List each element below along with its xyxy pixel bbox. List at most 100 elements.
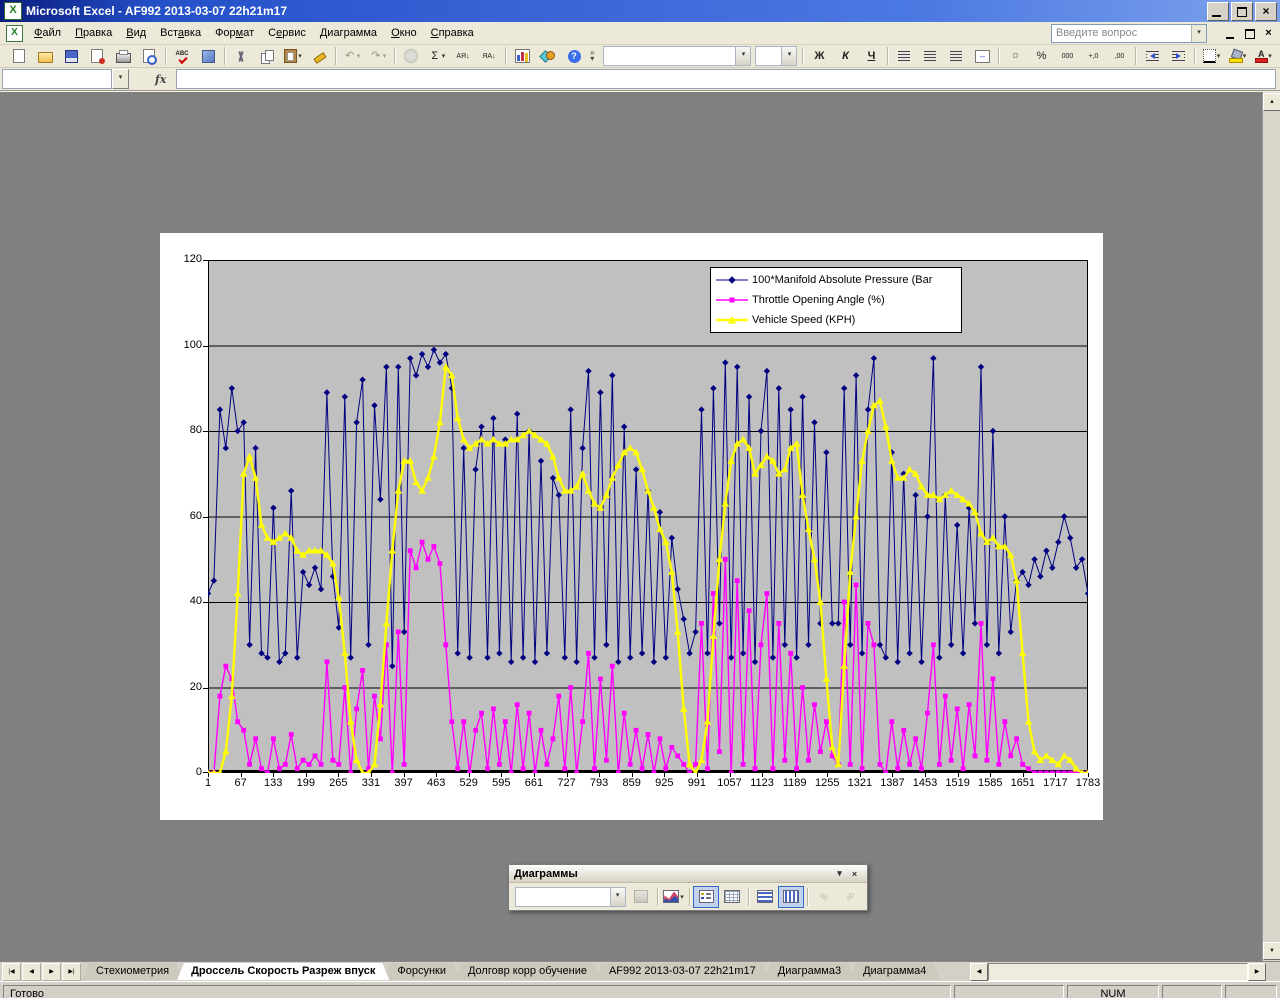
sheet-tab-3[interactable]: Долговр корр обучение [454, 963, 601, 980]
menu-format[interactable]: Формат [208, 24, 261, 42]
chart-toolbar-menu-icon[interactable]: ▾ [832, 867, 847, 880]
percent-button[interactable]: % [1028, 45, 1054, 67]
font-color-dropdown-icon[interactable]: ▾ [1268, 52, 1272, 60]
menu-window[interactable]: Окно [384, 24, 424, 42]
bold-button[interactable]: Ж [806, 45, 832, 67]
thousands-button[interactable]: 000 [1054, 45, 1080, 67]
horizontal-scrollbar[interactable]: ◀ ▶ [970, 963, 1266, 980]
series-markers-0[interactable] [208, 347, 1088, 670]
sort-descending-button[interactable]: ЯА↓ [476, 45, 502, 67]
tab-scroll-next-icon[interactable]: ▶ [42, 963, 61, 981]
save-button[interactable] [58, 45, 84, 67]
workbook-minimize-button[interactable] [1222, 26, 1239, 41]
menu-help[interactable]: Справка [424, 24, 481, 42]
merge-center-button[interactable]: ↔ [969, 45, 995, 67]
font-color-button[interactable]: А▾ [1250, 45, 1276, 67]
paste-button[interactable]: ▾ [280, 45, 306, 67]
chart-toolbar-data-table-button[interactable] [719, 886, 745, 908]
chart-plot-area[interactable]: 0204060801001201671331992653313974635295… [208, 260, 1088, 773]
spelling-button[interactable]: ABC [169, 45, 195, 67]
formula-input[interactable] [176, 69, 1276, 89]
restore-button[interactable] [1231, 2, 1253, 21]
help-button[interactable]: ? [561, 45, 587, 67]
workbook-close-button[interactable]: × [1260, 26, 1277, 41]
scroll-down-icon[interactable]: ▼ [1263, 942, 1280, 960]
align-left-button[interactable] [891, 45, 917, 67]
currency-button[interactable]: ¤ [1002, 45, 1028, 67]
increase-indent-button[interactable] [1165, 45, 1191, 67]
chart-toolbar-format-selected-button[interactable] [628, 886, 654, 908]
redo-dropdown-icon[interactable]: ▾ [383, 52, 387, 60]
name-box[interactable] [2, 69, 112, 89]
increase-decimal-button[interactable]: +,0 [1080, 45, 1106, 67]
tab-scroll-prev-icon[interactable]: ◀ [22, 963, 41, 981]
align-center-button[interactable] [917, 45, 943, 67]
font-size-combo[interactable]: ▾ [755, 46, 797, 66]
sheet-tab-1[interactable]: Дроссель Скорость Разреж впуск [177, 963, 389, 980]
hscroll-track[interactable] [988, 963, 1248, 981]
workbook-restore-button[interactable] [1241, 26, 1258, 41]
underline-button[interactable]: Ч [858, 45, 884, 67]
new-button[interactable] [6, 45, 32, 67]
chart-toolbar-by-rows-button[interactable] [752, 886, 778, 908]
chart-wizard-button[interactable] [509, 45, 535, 67]
sheet-tab-5[interactable]: Диаграмма3 [764, 963, 855, 980]
menu-file[interactable]: Файл [27, 24, 68, 42]
insert-hyperlink-button[interactable] [398, 45, 424, 67]
menu-edit[interactable]: Правка [68, 24, 119, 42]
chart-legend[interactable]: 100*Manifold Absolute Pressure (BarThrot… [710, 267, 962, 333]
close-button[interactable]: × [1255, 2, 1277, 21]
autosum-button[interactable]: Σ▾ [424, 45, 450, 67]
research-button[interactable] [195, 45, 221, 67]
legend-entry-1[interactable]: Throttle Opening Angle (%) [714, 290, 961, 310]
sheet-tab-2[interactable]: Форсунки [383, 963, 460, 980]
permission-button[interactable] [84, 45, 110, 67]
insert-function-icon[interactable]: fx [155, 73, 166, 86]
chart-toolbar-legend-toggle-button[interactable] [693, 886, 719, 908]
font-combo[interactable]: ▾ [603, 46, 751, 66]
vertical-scrollbar[interactable]: ▲ ▼ [1262, 92, 1280, 961]
chart-series-svg[interactable] [208, 260, 1088, 773]
menu-chart[interactable]: Диаграмма [313, 24, 384, 42]
copy-button[interactable] [254, 45, 280, 67]
tab-scroll-last-icon[interactable]: ▶| [62, 963, 81, 981]
minimize-button[interactable] [1207, 2, 1229, 21]
open-button[interactable] [32, 45, 58, 67]
hscroll-left-icon[interactable]: ◀ [970, 963, 988, 981]
undo-button[interactable]: ↶▾ [339, 45, 365, 67]
print-button[interactable] [110, 45, 136, 67]
chart-toolbar-angle-text-down-button[interactable]: ab [811, 886, 837, 908]
name-box-dropdown-icon[interactable]: ▾ [112, 69, 129, 89]
sort-ascending-button[interactable]: АЯ↓ [450, 45, 476, 67]
legend-entry-0[interactable]: 100*Manifold Absolute Pressure (Bar [714, 270, 961, 290]
sheet-tab-6[interactable]: Диаграмма4 [849, 963, 940, 980]
borders-dropdown-icon[interactable]: ▾ [1217, 52, 1221, 60]
hscroll-right-icon[interactable]: ▶ [1248, 963, 1266, 981]
format-painter-button[interactable] [306, 45, 332, 67]
autosum-dropdown-icon[interactable]: ▾ [442, 52, 446, 60]
paste-dropdown-icon[interactable]: ▾ [298, 52, 302, 60]
decrease-indent-button[interactable] [1139, 45, 1165, 67]
chart-toolbar-angle-text-up-button[interactable]: ab [837, 886, 863, 908]
menu-insert[interactable]: Вставка [153, 24, 208, 42]
align-right-button[interactable] [943, 45, 969, 67]
chart-toolbar-close-icon[interactable]: × [847, 867, 862, 880]
workbook-icon[interactable]: X [6, 25, 23, 42]
italic-button[interactable]: К [832, 45, 858, 67]
question-dropdown-icon[interactable]: ▾ [1191, 25, 1206, 42]
fill-color-button[interactable]: ▾ [1224, 45, 1250, 67]
chart-toolbar-chart-objects-combo[interactable]: ▾ [515, 887, 626, 907]
decrease-decimal-button[interactable]: ,00 [1106, 45, 1132, 67]
legend-entry-2[interactable]: Vehicle Speed (KPH) [714, 310, 961, 330]
print-preview-button[interactable] [136, 45, 162, 67]
chart-toolbar-chart-type-button[interactable]: ▾ [660, 886, 686, 908]
scroll-up-icon[interactable]: ▲ [1263, 93, 1280, 111]
chart-objects-dropdown-icon[interactable]: ▾ [610, 888, 625, 906]
font-size-dropdown-icon[interactable]: ▾ [781, 47, 796, 65]
sheet-tab-0[interactable]: Стехиометрия [82, 963, 183, 980]
font-dropdown-icon[interactable]: ▾ [735, 47, 750, 65]
toolbar-options-icon[interactable]: »▾ [590, 46, 594, 66]
borders-button[interactable]: ▾ [1198, 45, 1224, 67]
menu-tools[interactable]: Сервис [261, 24, 313, 42]
redo-button[interactable]: ↷▾ [365, 45, 391, 67]
